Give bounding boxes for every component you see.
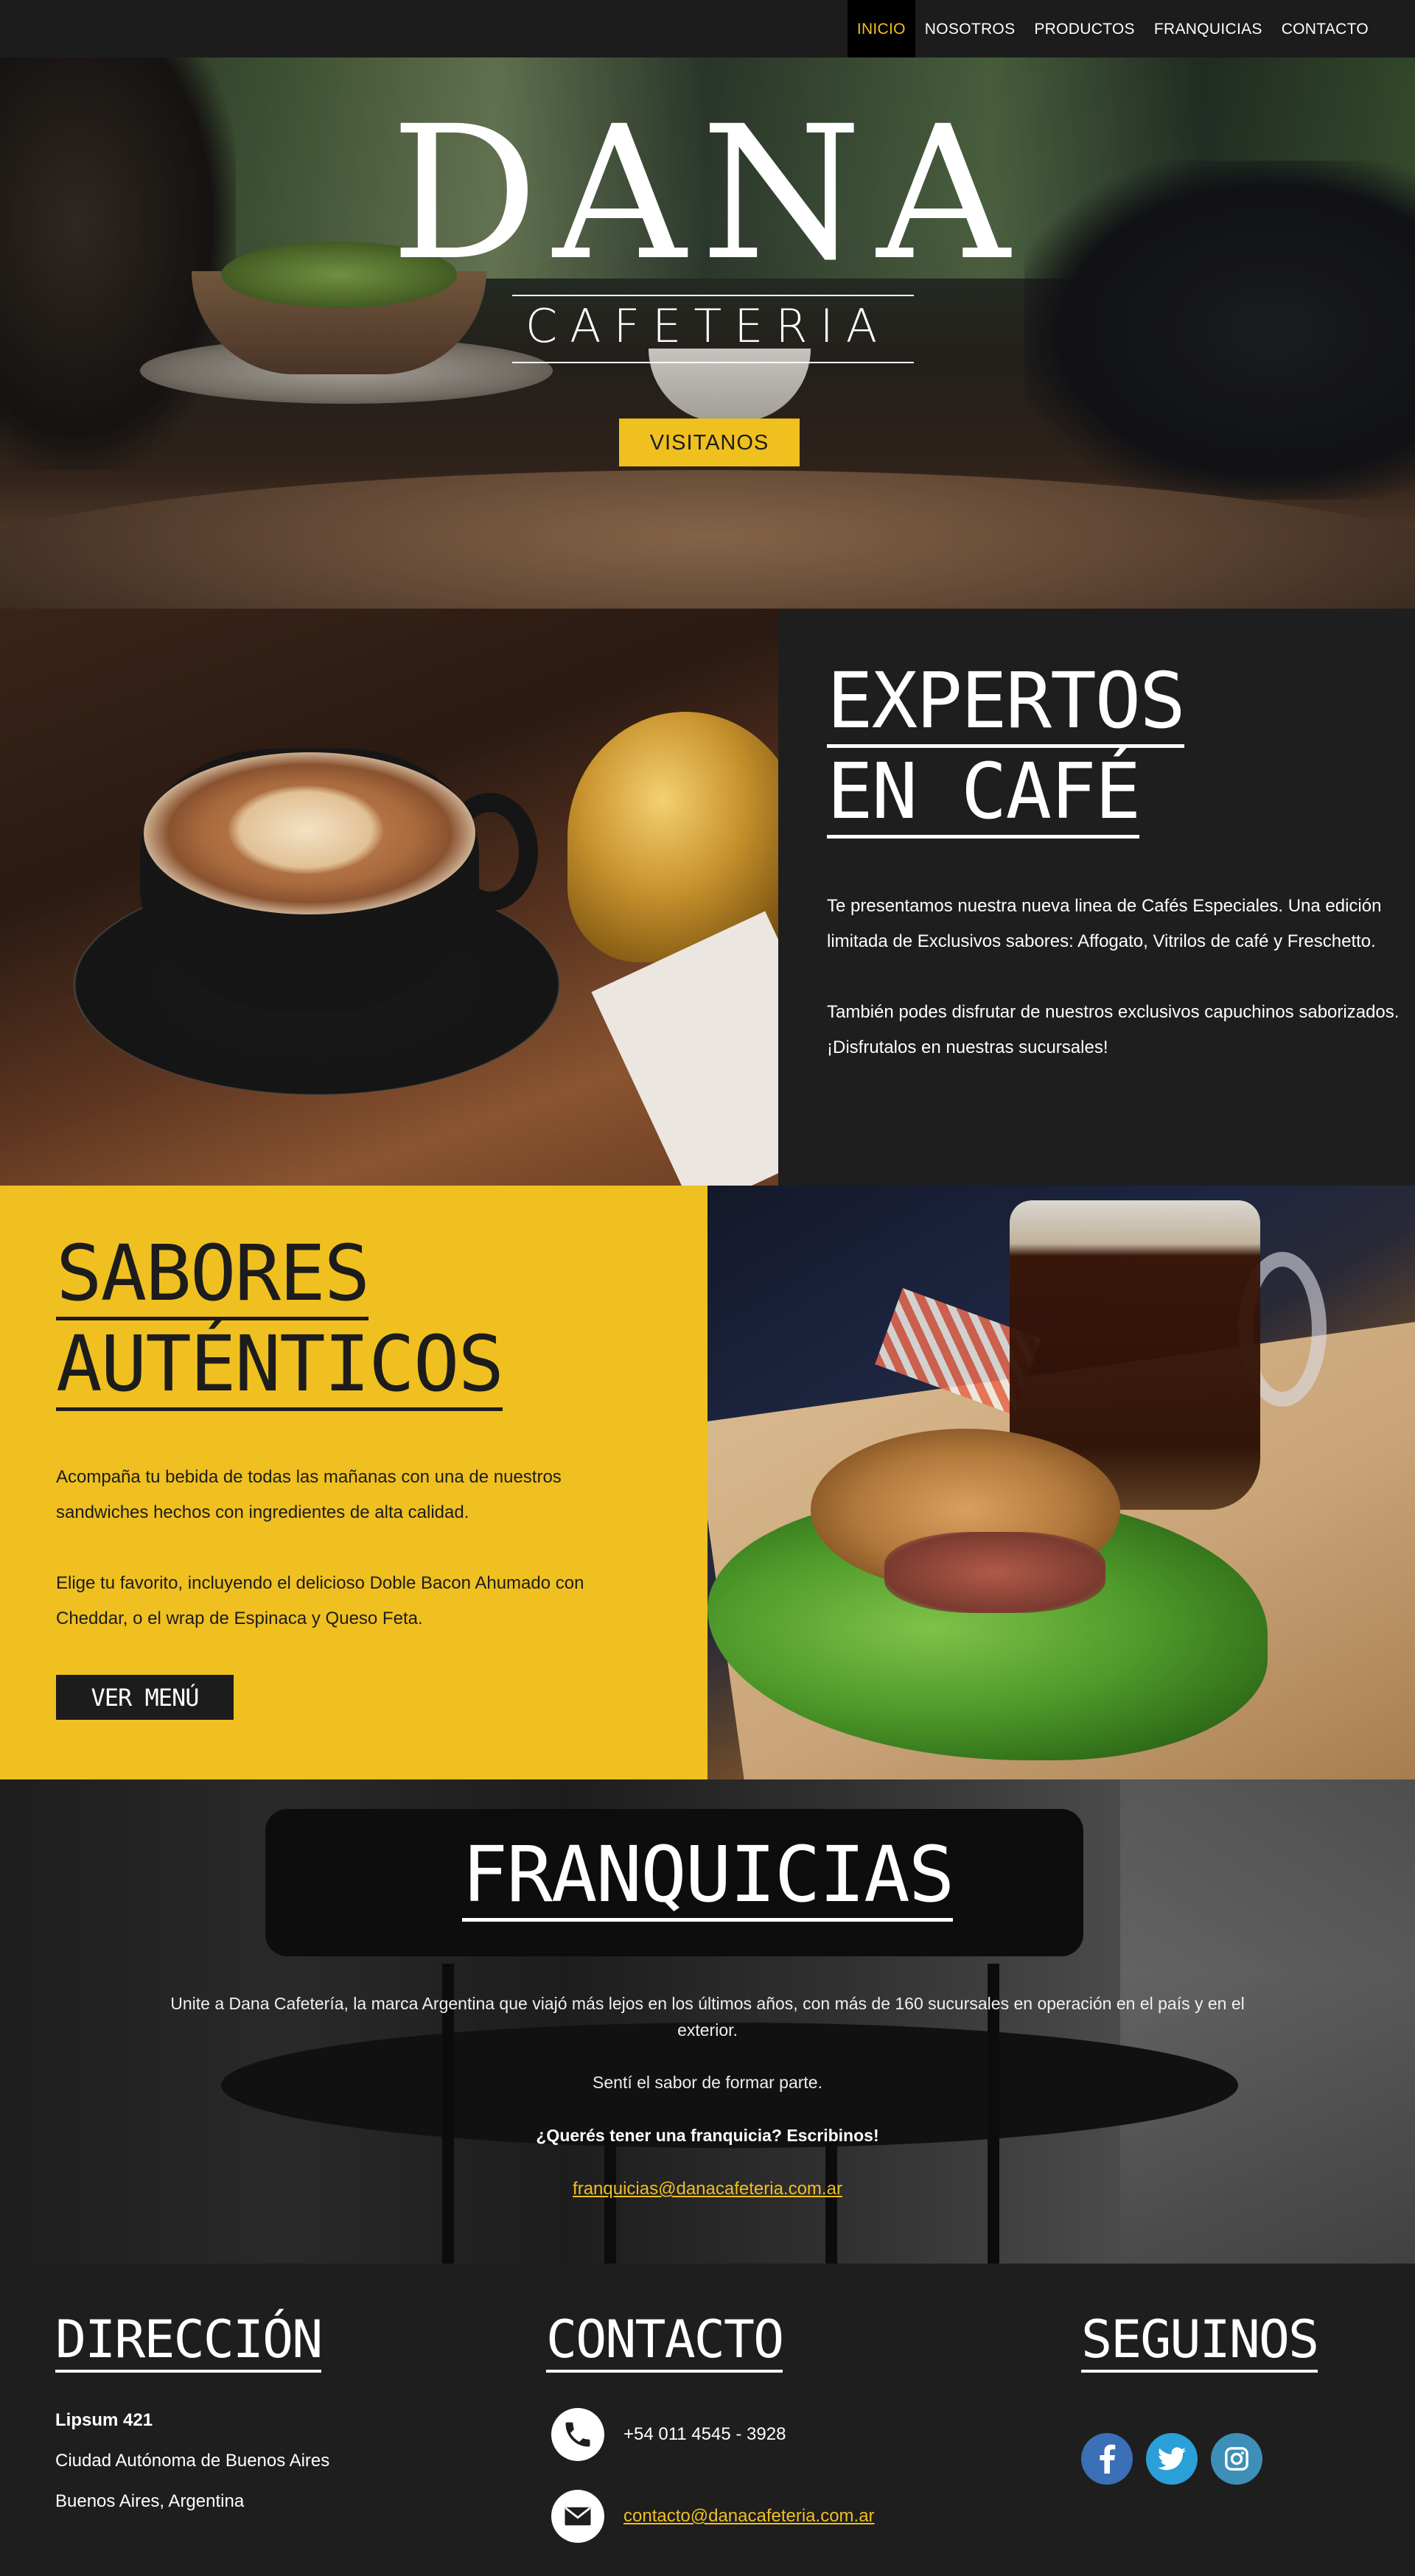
phone-icon — [551, 2408, 604, 2461]
brand-divider-bottom — [512, 362, 914, 363]
franquicias-email-link[interactable]: franquicias@danacafeteria.com.ar — [0, 2179, 1415, 2199]
expertos-paragraph-1: Te presentamos nuestra nueva linea de Ca… — [827, 896, 1382, 951]
facebook-glyph — [1100, 2444, 1116, 2474]
nav-item-nosotros[interactable]: NOSOTROS — [915, 0, 1025, 57]
seguinos-title: SEGUINOS — [1081, 2309, 1319, 2373]
instagram-icon[interactable] — [1211, 2433, 1262, 2485]
mail-icon-svg — [565, 2507, 591, 2526]
address-line-3: Buenos Aires, Argentina — [55, 2491, 245, 2511]
top-navbar: INICIO NOSOTROS PRODUCTOS FRANQUICIAS CO… — [0, 0, 1415, 57]
seguinos-title-text: SEGUINOS — [1081, 2309, 1319, 2373]
address-line-1: Lipsum 421 — [55, 2410, 153, 2430]
twitter-glyph — [1158, 2447, 1186, 2471]
sabores-section: SABORES AUTÉNTICOS Acompaña tu bebida de… — [0, 1186, 1415, 1779]
franquicias-title-wrap: FRANQUICIAS — [0, 1831, 1415, 1922]
sabores-title: SABORES AUTÉNTICOS — [56, 1230, 504, 1411]
franquicias-title: FRANQUICIAS — [461, 1831, 954, 1922]
latte-art — [228, 785, 383, 874]
direccion-title: DIRECCIÓN — [55, 2309, 323, 2373]
address-block: Lipsum 421 Ciudad Autónoma de Buenos Air… — [55, 2400, 329, 2521]
phone-number: +54 011 4545 - 3928 — [623, 2424, 786, 2444]
nav-item-contacto[interactable]: CONTACTO — [1272, 0, 1378, 57]
contacto-title-text: CONTACTO — [546, 2309, 784, 2373]
brand-divider-top — [512, 295, 914, 296]
nav-item-franquicias[interactable]: FRANQUICIAS — [1145, 0, 1272, 57]
expertos-title: EXPERTOS EN CAFÉ — [827, 657, 1186, 839]
direccion-title-text: DIRECCIÓN — [55, 2309, 323, 2373]
sabores-paragraph-2: Elige tu favorito, incluyendo el delicio… — [56, 1573, 584, 1628]
nav-item-inicio[interactable]: INICIO — [847, 0, 915, 57]
franquicias-section: FRANQUICIAS Unite a Dana Cafetería, la m… — [0, 1779, 1415, 2264]
email-row[interactable]: contacto@danacafeteria.com.ar — [551, 2490, 875, 2543]
expertos-title-line2: EN CAFÉ — [827, 748, 1141, 839]
expertos-text: Te presentamos nuestra nueva linea de Ca… — [827, 889, 1409, 1065]
facebook-icon[interactable] — [1081, 2433, 1133, 2485]
brand-logo: DANA — [390, 86, 1025, 301]
expertos-paragraph-2: También podes disfrutar de nuestros excl… — [827, 1002, 1400, 1057]
contacto-title: CONTACTO — [546, 2309, 784, 2373]
phone-row[interactable]: +54 011 4545 - 3928 — [551, 2408, 786, 2461]
twitter-icon[interactable] — [1146, 2433, 1198, 2485]
address-line-2: Ciudad Autónoma de Buenos Aires — [55, 2451, 330, 2471]
menu-button[interactable]: VER MENÚ — [56, 1675, 234, 1720]
sabores-text: Acompaña tu bebida de todas las mañanas … — [56, 1460, 631, 1637]
expertos-section: EXPERTOS EN CAFÉ Te presentamos nuestra … — [0, 609, 1415, 1186]
brand-subtitle: CAFETERIA — [525, 299, 890, 353]
franquicias-paragraph-1: Unite a Dana Cafetería, la marca Argenti… — [170, 1994, 1245, 2040]
franquicias-paragraph-3: ¿Querés tener una franquicia? Escribinos… — [536, 2126, 879, 2145]
sabores-title-line2: AUTÉNTICOS — [56, 1320, 504, 1411]
sandwich-filling — [884, 1532, 1105, 1613]
sandwich-photo — [708, 1186, 1415, 1779]
franquicias-title-text: FRANQUICIAS — [461, 1831, 954, 1922]
hero-section: DANA CAFETERIA VISITANOS — [0, 57, 1415, 609]
mail-icon — [551, 2490, 604, 2543]
contact-email-link[interactable]: contacto@danacafeteria.com.ar — [623, 2506, 875, 2527]
sabores-paragraph-1: Acompaña tu bebida de todas las mañanas … — [56, 1467, 562, 1522]
footer: DIRECCIÓN Lipsum 421 Ciudad Autónoma de … — [0, 2264, 1415, 2576]
social-links — [1081, 2433, 1276, 2485]
franquicias-paragraph-2: Sentí el sabor de formar parte. — [593, 2073, 822, 2092]
nav-item-productos[interactable]: PRODUCTOS — [1024, 0, 1145, 57]
coffee-photo — [0, 609, 778, 1186]
sabores-panel: SABORES AUTÉNTICOS Acompaña tu bebida de… — [0, 1186, 708, 1779]
instagram-glyph — [1225, 2447, 1248, 2471]
phone-icon-svg — [565, 2422, 590, 2447]
visit-button[interactable]: VISITANOS — [619, 419, 800, 466]
expertos-panel: EXPERTOS EN CAFÉ Te presentamos nuestra … — [778, 609, 1415, 1186]
nav-menu: INICIO NOSOTROS PRODUCTOS FRANQUICIAS CO… — [847, 0, 1378, 57]
expertos-title-line1: EXPERTOS — [827, 657, 1186, 748]
sabores-title-line1: SABORES — [56, 1230, 370, 1320]
